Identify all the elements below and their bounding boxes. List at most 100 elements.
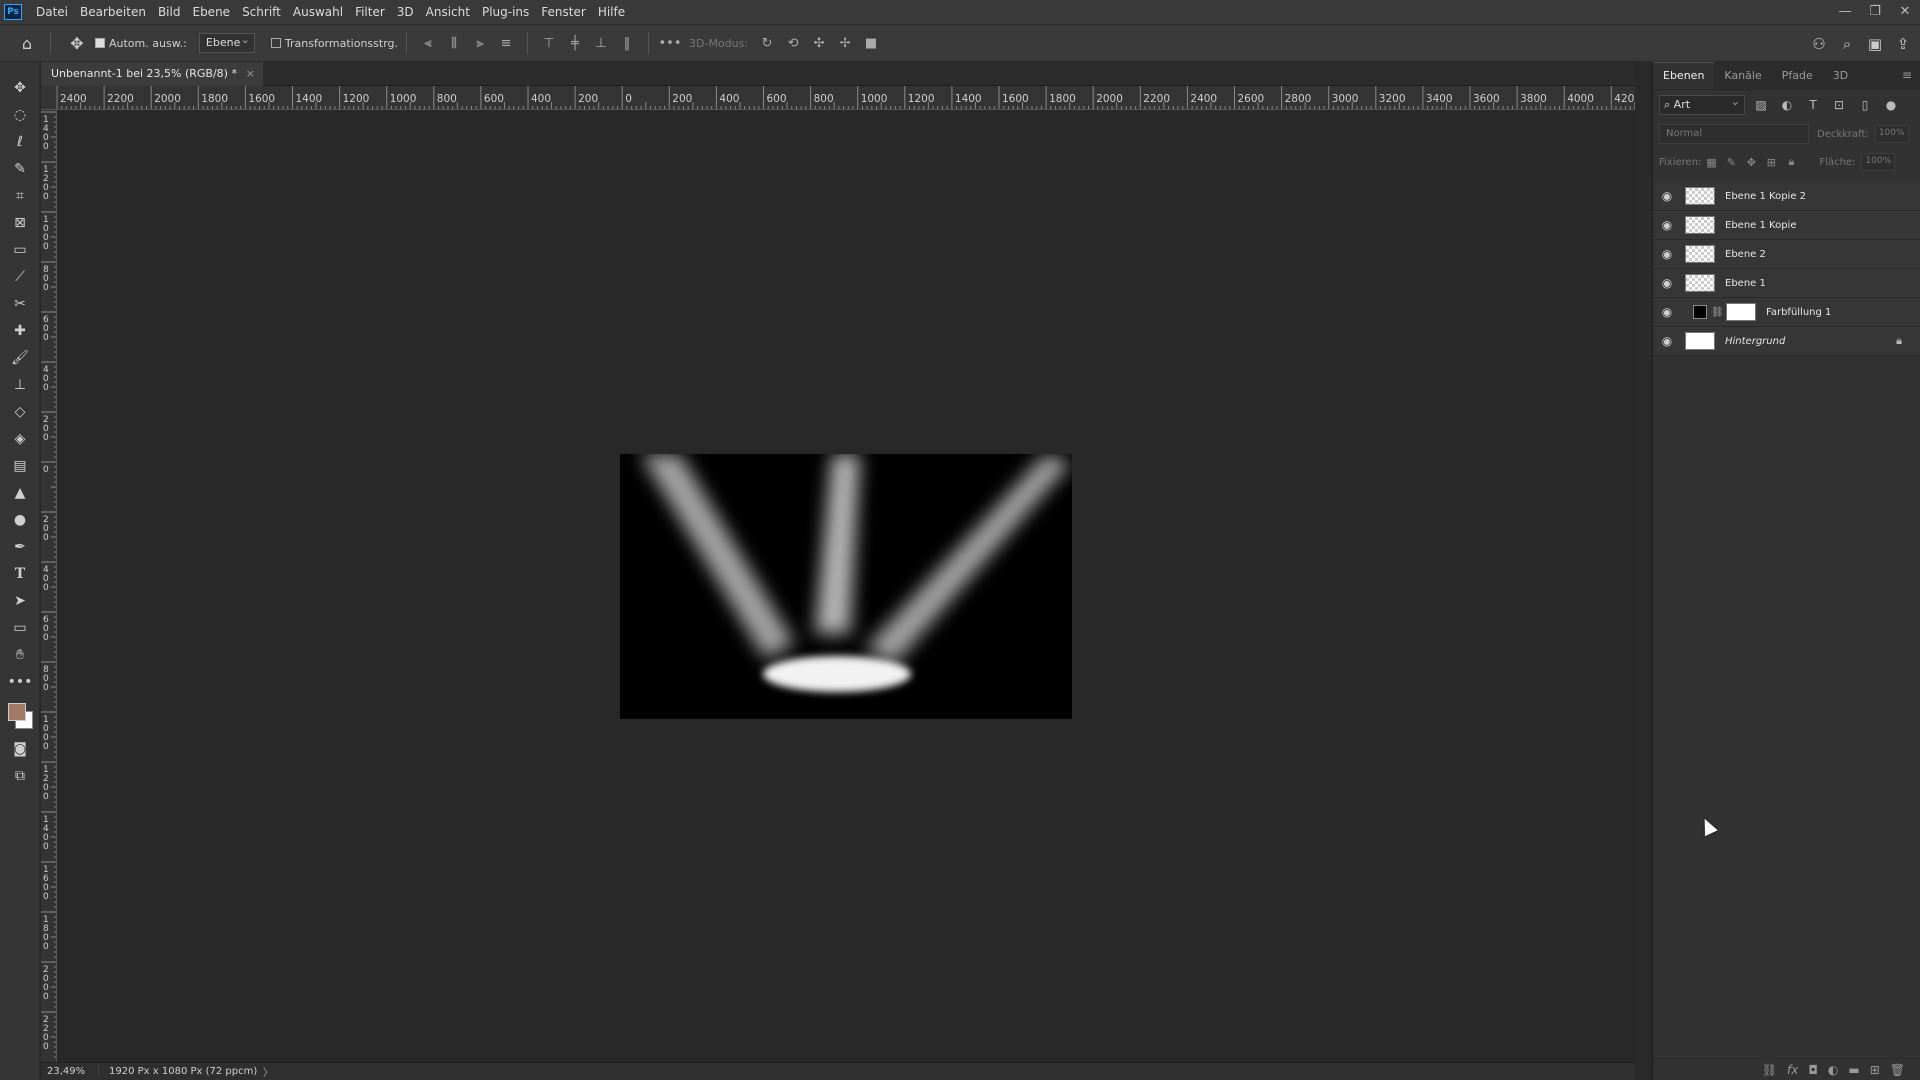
layer-style-fx-icon[interactable]: fx — [1787, 1063, 1798, 1077]
pen-tool-icon[interactable]: ✒ — [0, 533, 40, 560]
new-group-icon[interactable]: ▬ — [1848, 1063, 1859, 1077]
layer-row[interactable]: ◉ Ebene 1 Kopie 2 — [1653, 182, 1920, 211]
sharpen-tool-icon[interactable]: ▲ — [0, 479, 40, 506]
app-logo[interactable]: Ps — [4, 4, 22, 20]
add-mask-icon[interactable]: ◘ — [1808, 1063, 1818, 1077]
layer-row[interactable]: ◉ ⛓︎ Farbfüllung 1 — [1653, 298, 1920, 327]
user-icon[interactable]: ⚇ — [1808, 35, 1830, 53]
type-filter-icon[interactable]: T — [1803, 98, 1823, 112]
panel-menu-icon[interactable]: ≡ — [1902, 68, 1912, 82]
menu-3d[interactable]: 3D — [391, 0, 420, 24]
path-select-tool-icon[interactable]: ➤ — [0, 587, 40, 614]
menu-fenster[interactable]: Fenster — [535, 0, 592, 24]
brush-tool-icon[interactable]: 🖌︎ — [0, 344, 40, 371]
hand-tool-icon[interactable]: ✋︎ — [0, 641, 40, 668]
close-window-button[interactable]: ✕ — [1890, 0, 1920, 24]
roll-3d-icon[interactable]: ⟲ — [780, 32, 806, 54]
opacity-input[interactable]: 100% — [1874, 125, 1909, 143]
eyedropper-tool-icon[interactable]: ⟋ — [0, 263, 40, 290]
menu-schrift[interactable]: Schrift — [236, 0, 287, 24]
toolbar-grip[interactable] — [0, 62, 39, 74]
dodge-tool-icon[interactable]: ● — [0, 506, 40, 533]
fill-color-thumbnail[interactable] — [1693, 305, 1707, 319]
menu-filter[interactable]: Filter — [349, 0, 391, 24]
menu-auswahl[interactable]: Auswahl — [287, 0, 349, 24]
pixel-filter-icon[interactable]: ▨ — [1751, 98, 1771, 112]
menu-bearbeiten[interactable]: Bearbeiten — [74, 0, 152, 24]
camera-3d-icon[interactable]: ■ — [858, 32, 884, 54]
move-tool-preset-icon[interactable]: ✥ — [59, 34, 95, 53]
quick-select-tool-icon[interactable]: ✎ — [0, 155, 40, 182]
status-menu-arrow[interactable]: 〉 — [263, 1064, 273, 1079]
menu-datei[interactable]: Datei — [30, 0, 74, 24]
menu-ebene[interactable]: Ebene — [186, 0, 236, 24]
align-right-icon[interactable]: ⫸ — [467, 32, 493, 54]
more-options-button[interactable]: ••• — [657, 32, 683, 54]
tab-ebenen[interactable]: Ebenen — [1653, 62, 1715, 89]
quick-mask-icon[interactable]: ◙ — [0, 735, 40, 762]
gradient-tool-icon[interactable]: ▤ — [0, 452, 40, 479]
rectangle-tool-icon[interactable]: ▭ — [0, 614, 40, 641]
transform-controls-checkbox[interactable]: Transformationsstrg. — [270, 37, 398, 50]
align-center-h-icon[interactable]: ⫼ — [441, 32, 467, 54]
crop-tool-icon[interactable]: ⌗ — [0, 182, 40, 209]
layer-row[interactable]: ◉ Ebene 1 Kopie — [1653, 211, 1920, 240]
distribute-icon[interactable]: ≡ — [493, 32, 519, 54]
lock-transparency-icon[interactable]: ▦ — [1701, 156, 1721, 169]
fill-input[interactable]: 100% — [1861, 153, 1896, 171]
content-aware-move-icon[interactable]: ✂ — [0, 290, 40, 317]
type-tool-icon[interactable]: T — [0, 560, 40, 587]
tab-pfade[interactable]: Pfade — [1772, 69, 1823, 89]
workspace-icon[interactable]: ▣ — [1864, 35, 1886, 53]
align-top-icon[interactable]: ⊤ — [536, 32, 562, 54]
auto-select-checkbox[interactable]: Autom. ausw.: — [95, 37, 187, 50]
link-chain-icon[interactable]: ⛓︎ — [1711, 307, 1724, 318]
checkbox-icon[interactable] — [270, 38, 281, 48]
visibility-eye-icon[interactable]: ◉ — [1653, 334, 1681, 348]
lock-icon[interactable]: 🔒︎ — [1896, 334, 1902, 348]
frame-tool-icon[interactable]: ⊠ — [0, 209, 40, 236]
pan-3d-icon[interactable]: ✣ — [806, 32, 832, 54]
marquee-tool-icon[interactable]: ◌ — [0, 101, 40, 128]
search-icon[interactable]: ⌕ — [1836, 35, 1858, 53]
paint-bucket-icon[interactable]: ◈ — [0, 425, 40, 452]
align-left-icon[interactable]: ⫷ — [415, 32, 441, 54]
align-middle-v-icon[interactable]: ╪ — [562, 32, 588, 54]
edit-toolbar-icon[interactable]: ••• — [0, 668, 40, 695]
align-bottom-icon[interactable]: ⊥ — [588, 32, 614, 54]
checkbox-icon[interactable] — [95, 38, 105, 48]
link-layers-icon[interactable]: ⛓︎ — [1762, 1063, 1777, 1077]
share-icon[interactable]: ⇪ — [1892, 35, 1914, 53]
layer-mask-thumbnail[interactable] — [1726, 303, 1756, 321]
lock-artboard-icon[interactable]: ⊞ — [1761, 156, 1781, 169]
ruler-tool-icon[interactable]: ▭ — [0, 236, 40, 263]
auto-select-target-dropdown[interactable]: Ebene — [198, 33, 255, 53]
horizontal-ruler[interactable]: 2400 2200 2000 1800 1600 1400 1200 1000 800 600 40… — [41, 86, 1635, 110]
lock-all-icon[interactable]: 🔒︎ — [1781, 155, 1801, 169]
lock-pixels-icon[interactable]: ✎ — [1721, 156, 1741, 169]
restore-button[interactable]: ❐ — [1860, 0, 1890, 24]
zoom-level[interactable]: 23,49% — [41, 1066, 99, 1077]
delete-layer-icon[interactable]: 🗑︎ — [1890, 1063, 1905, 1077]
layer-row[interactable]: ◉ Hintergrund 🔒︎ — [1653, 327, 1920, 356]
filter-toggle-icon[interactable]: ● — [1881, 98, 1901, 112]
clone-stamp-icon[interactable]: ⊥ — [0, 371, 40, 398]
orbit-3d-icon[interactable]: ↻ — [754, 32, 780, 54]
adjustment-layer-icon[interactable]: ◐ — [1828, 1063, 1838, 1077]
visibility-eye-icon[interactable]: ◉ — [1653, 305, 1681, 319]
lasso-tool-icon[interactable]: ℓ — [0, 128, 40, 155]
screen-mode-icon[interactable]: ⧉ — [0, 762, 40, 789]
tab-kanaele[interactable]: Kanäle — [1714, 69, 1771, 89]
adjustment-filter-icon[interactable]: ◐ — [1777, 98, 1797, 112]
menu-plugins[interactable]: Plug-ins — [476, 0, 535, 24]
visibility-eye-icon[interactable]: ◉ — [1653, 218, 1681, 232]
tab-3d[interactable]: 3D — [1823, 69, 1858, 89]
document-tab[interactable]: Unbenannt-1 bei 23,5% (RGB/8) * × — [41, 62, 263, 86]
eraser-tool-icon[interactable]: ◇ — [0, 398, 40, 425]
visibility-eye-icon[interactable]: ◉ — [1653, 247, 1681, 261]
shape-filter-icon[interactable]: ⊡ — [1829, 98, 1849, 112]
foreground-color-swatch[interactable] — [8, 703, 26, 721]
layer-row[interactable]: ◉ Ebene 1 — [1653, 269, 1920, 298]
lock-position-icon[interactable]: ✥ — [1741, 156, 1761, 169]
canvas-area[interactable] — [57, 110, 1635, 1062]
